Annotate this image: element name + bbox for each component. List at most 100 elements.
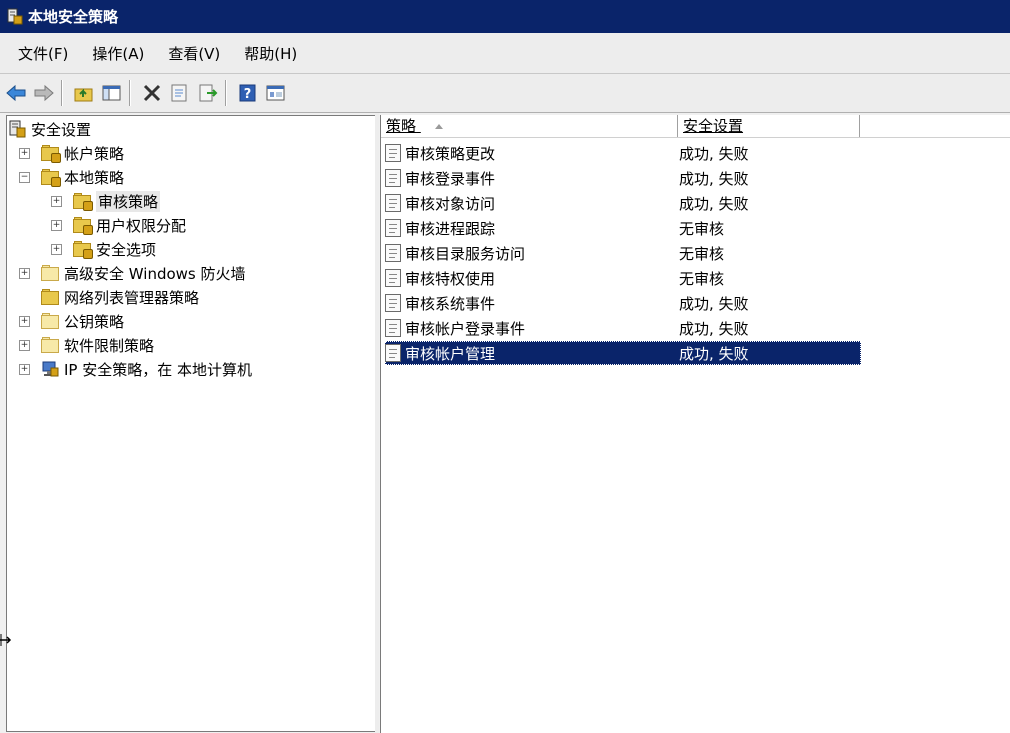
tree-item-label: 本地策略	[64, 168, 125, 187]
tree-item-local-policies[interactable]: − 本地策略	[7, 166, 375, 188]
tree-item-label: IP 安全策略，在 本地计算机	[64, 360, 253, 379]
policy-name: 审核策略更改	[405, 144, 496, 163]
export-list-icon[interactable]	[196, 81, 220, 105]
tree-item-label: 高级安全 Windows 防火墙	[64, 264, 246, 283]
toolbar-separator	[225, 80, 227, 106]
expand-icon[interactable]: +	[19, 268, 30, 279]
folder-lock-icon	[73, 217, 93, 235]
expand-icon[interactable]: +	[51, 196, 62, 207]
column-header-setting[interactable]: 安全设置	[678, 115, 860, 137]
window-title: 本地安全策略	[28, 8, 119, 26]
policy-item-icon	[385, 144, 401, 162]
policy-name: 审核对象访问	[405, 194, 496, 213]
tree-item-label: 网络列表管理器策略	[64, 288, 200, 307]
tree-item-label: 用户权限分配	[96, 216, 187, 235]
policy-setting: 无审核	[679, 244, 725, 263]
menu-view[interactable]: 查看(V)	[164, 41, 224, 66]
menu-action[interactable]: 操作(A)	[88, 41, 148, 66]
collapse-icon[interactable]: −	[19, 172, 30, 183]
table-row[interactable]: 审核系统事件 成功, 失败	[385, 291, 861, 315]
tree-item-network-list[interactable]: 网络列表管理器策略	[7, 286, 375, 308]
policy-setting: 成功, 失败	[679, 294, 749, 313]
up-folder-icon[interactable]	[72, 81, 96, 105]
svg-text:?: ?	[244, 87, 252, 102]
policy-setting: 成功, 失败	[679, 194, 749, 213]
folder-lock-icon	[41, 145, 61, 163]
forward-icon[interactable]	[32, 81, 56, 105]
properties-icon[interactable]	[168, 81, 192, 105]
column-header-policy[interactable]: 策略	[381, 115, 678, 137]
tree-item-audit-policy[interactable]: + 审核策略	[7, 190, 375, 212]
policy-item-icon	[385, 344, 401, 362]
policy-item-icon	[385, 169, 401, 187]
policy-name: 审核进程跟踪	[405, 219, 496, 238]
tree-item-label: 软件限制策略	[64, 336, 155, 355]
table-row-selected[interactable]: 审核帐户管理 成功, 失败	[385, 341, 861, 365]
expand-icon[interactable]: +	[19, 340, 30, 351]
policy-item-icon	[385, 319, 401, 337]
menu-file[interactable]: 文件(F)	[14, 41, 72, 66]
sort-ascending-icon	[434, 124, 443, 129]
pane-splitter[interactable]	[375, 113, 379, 733]
show-hide-tree-icon[interactable]	[100, 81, 124, 105]
help-icon[interactable]: ?	[236, 81, 260, 105]
policy-setting: 成功, 失败	[679, 144, 749, 163]
column-header-setting-label: 安全设置	[683, 117, 744, 135]
tree-root[interactable]: 安全设置	[9, 118, 91, 140]
policy-name: 审核系统事件	[405, 294, 496, 313]
tree-item-label: 公钥策略	[64, 312, 125, 331]
policy-name: 审核帐户登录事件	[405, 319, 526, 338]
tree-root-label: 安全设置	[31, 120, 92, 139]
table-row[interactable]: 审核目录服务访问 无审核	[385, 241, 861, 265]
table-row[interactable]: 审核策略更改 成功, 失败	[385, 141, 861, 165]
tree-item-label: 审核策略	[96, 190, 161, 212]
menu-help[interactable]: 帮助(H)	[240, 41, 301, 66]
tree-item-security-options[interactable]: + 安全选项	[7, 238, 375, 260]
policy-name: 审核登录事件	[405, 169, 496, 188]
resize-cursor-icon	[0, 632, 12, 648]
table-row[interactable]: 审核进程跟踪 无审核	[385, 216, 861, 240]
delete-icon[interactable]	[140, 81, 164, 105]
security-settings-icon	[9, 120, 27, 138]
policy-item-icon	[385, 269, 401, 287]
toolbar: ?	[0, 74, 1010, 113]
column-header-empty	[860, 115, 1010, 137]
tree-item-label: 安全选项	[96, 240, 157, 259]
policy-name: 审核特权使用	[405, 269, 496, 288]
folder-icon	[41, 337, 59, 353]
expand-icon[interactable]: +	[19, 148, 30, 159]
folder-icon	[41, 289, 59, 305]
policy-setting: 无审核	[679, 219, 725, 238]
table-row[interactable]: 审核帐户登录事件 成功, 失败	[385, 316, 861, 340]
expand-icon[interactable]: +	[51, 244, 62, 255]
table-row[interactable]: 审核登录事件 成功, 失败	[385, 166, 861, 190]
tree-pane: 安全设置 + 帐户策略 − 本地策略 + 审核策略 + 用户权限分配 + 安全选…	[6, 115, 376, 732]
details-pane: 策略 安全设置 审核策略更改 成功, 失败 审核登录事件 成功, 失败 审核对象…	[380, 115, 1010, 733]
toolbar-separator	[61, 80, 63, 106]
tree-item-public-key[interactable]: + 公钥策略	[7, 310, 375, 332]
expand-icon[interactable]: +	[19, 316, 30, 327]
folder-lock-icon	[73, 241, 93, 259]
tree-item-account-policies[interactable]: + 帐户策略	[7, 142, 375, 164]
expand-icon[interactable]: +	[19, 364, 30, 375]
folder-icon	[41, 313, 59, 329]
list-header: 策略 安全设置	[381, 115, 1010, 138]
policy-item-icon	[385, 194, 401, 212]
tree-item-ip-security[interactable]: + IP 安全策略，在 本地计算机	[7, 358, 375, 380]
policy-setting: 无审核	[679, 269, 725, 288]
column-header-policy-label: 策略	[386, 117, 417, 135]
toolbar-separator	[129, 80, 131, 106]
folder-icon	[41, 265, 59, 281]
back-icon[interactable]	[4, 81, 28, 105]
title-bar: 本地安全策略	[0, 0, 1010, 33]
view-icon[interactable]	[264, 81, 288, 105]
tree-item-software-restriction[interactable]: + 软件限制策略	[7, 334, 375, 356]
table-row[interactable]: 审核对象访问 成功, 失败	[385, 191, 861, 215]
policy-item-icon	[385, 244, 401, 262]
tree-item-firewall[interactable]: + 高级安全 Windows 防火墙	[7, 262, 375, 284]
tree-item-user-rights[interactable]: + 用户权限分配	[7, 214, 375, 236]
policy-setting: 成功, 失败	[679, 169, 749, 188]
folder-lock-icon	[41, 169, 61, 187]
table-row[interactable]: 审核特权使用 无审核	[385, 266, 861, 290]
expand-icon[interactable]: +	[51, 220, 62, 231]
